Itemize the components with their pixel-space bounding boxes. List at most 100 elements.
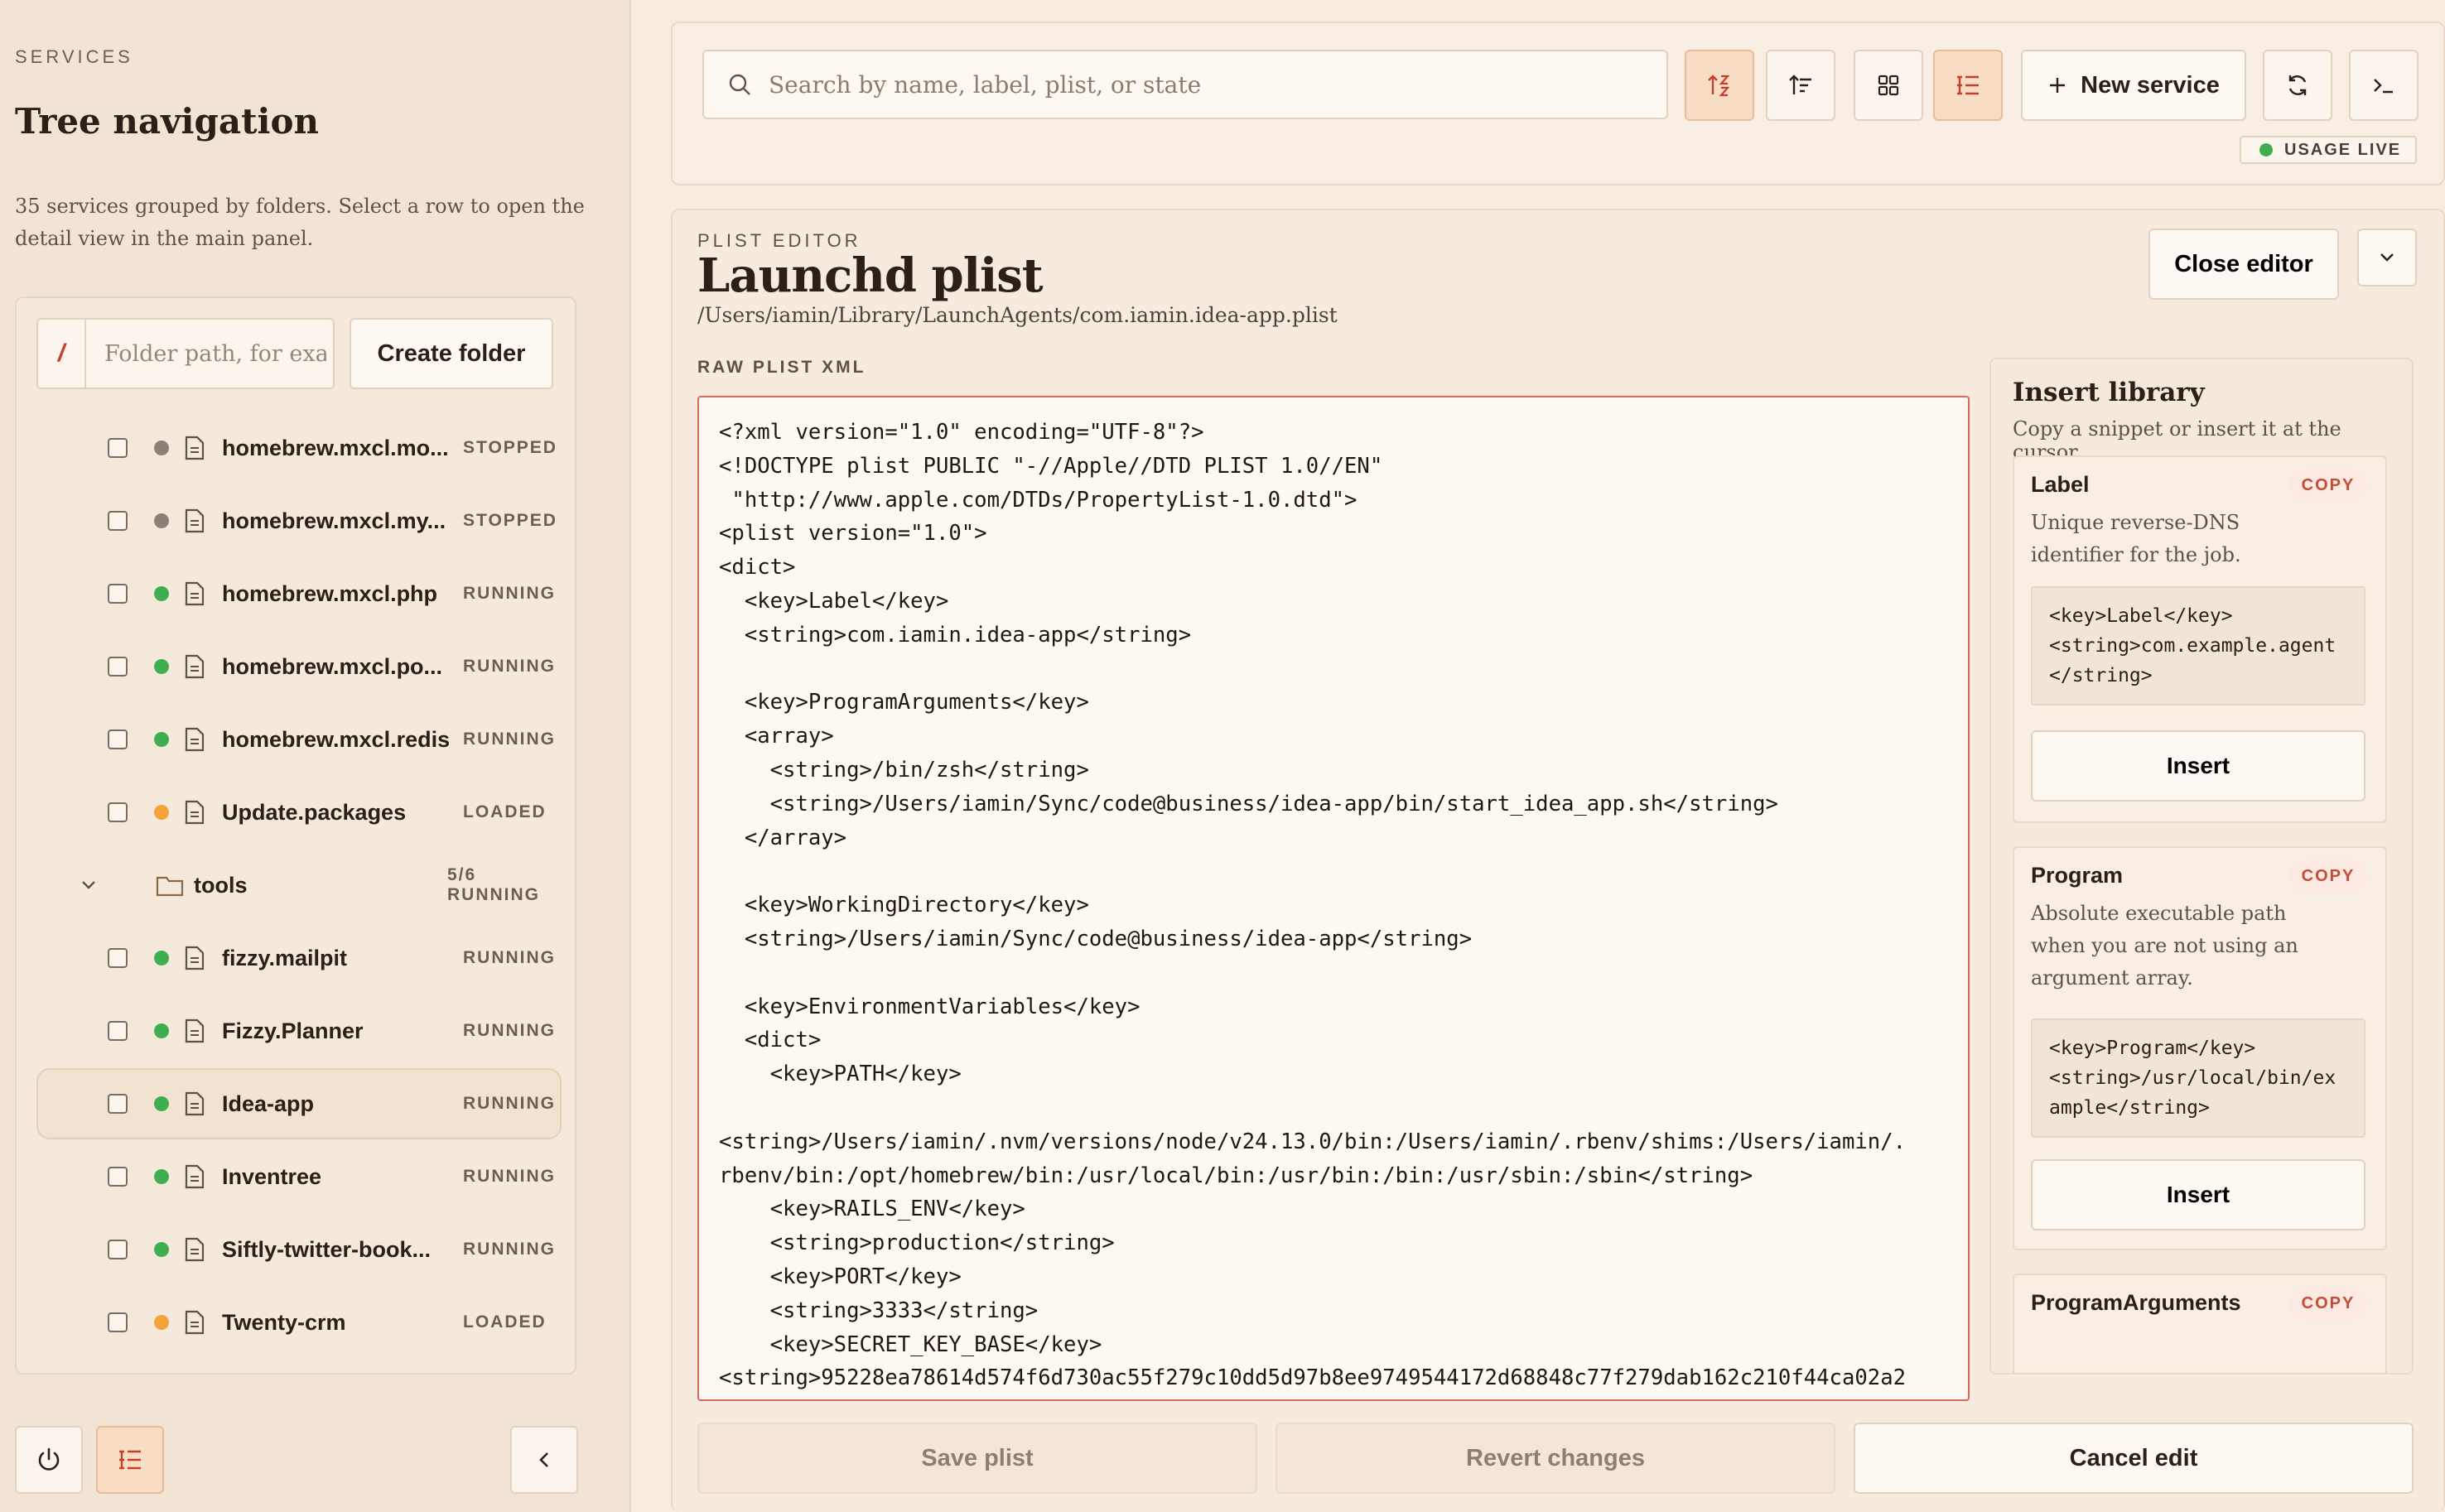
- folder-path-field: /: [36, 318, 335, 389]
- status-dot: [154, 805, 169, 820]
- insert-button[interactable]: Insert: [2031, 1159, 2365, 1230]
- power-icon: [38, 1447, 60, 1471]
- tree-list-icon: [1957, 75, 1979, 95]
- row-checkbox[interactable]: [108, 1240, 128, 1259]
- tree-view-button[interactable]: [96, 1426, 164, 1494]
- service-row[interactable]: Fizzy.Planner RUNNING: [36, 995, 562, 1067]
- new-service-label: New service: [2081, 71, 2220, 99]
- service-row[interactable]: Twenty-crm LOADED: [36, 1287, 562, 1358]
- folder-path-input[interactable]: [86, 340, 326, 367]
- service-state: RUNNING: [463, 584, 556, 603]
- status-dot: [154, 513, 169, 528]
- terminal-icon: [2374, 79, 2393, 94]
- row-checkbox[interactable]: [108, 1312, 128, 1332]
- sidebar-description: 35 services grouped by folders. Select a…: [15, 195, 585, 250]
- sidebar-footer: [15, 1426, 581, 1494]
- row-checkbox[interactable]: [108, 438, 128, 458]
- service-name: Idea-app: [222, 1091, 315, 1116]
- file-icon: [185, 800, 205, 825]
- folder-name: tools: [194, 872, 248, 898]
- row-checkbox[interactable]: [108, 657, 128, 677]
- service-row[interactable]: homebrew.mxcl.my... STOPPED: [36, 485, 562, 556]
- service-name: fizzy.mailpit: [222, 945, 348, 970]
- folder-row-tools[interactable]: tools 5/6 RUNNING: [36, 850, 562, 921]
- service-row[interactable]: Update.packages LOADED: [36, 777, 562, 848]
- grid-view-button[interactable]: [1854, 50, 1923, 121]
- snippet-name: Label: [2031, 472, 2090, 497]
- status-dot: [154, 951, 169, 965]
- search-icon: [729, 74, 750, 95]
- service-row[interactable]: Inventree RUNNING: [36, 1141, 562, 1212]
- insert-button[interactable]: Insert: [2031, 730, 2365, 802]
- tree-panel: / Create folder homebrew.mxcl.mo... STOP…: [15, 296, 576, 1375]
- chevron-down-icon[interactable]: [78, 874, 99, 896]
- service-state: RUNNING: [463, 948, 556, 967]
- sidebar-eyebrow: SERVICES: [15, 46, 133, 67]
- status-dot: [154, 1023, 169, 1038]
- toolbar: New service USAGE LIVE: [671, 22, 2445, 185]
- copy-button[interactable]: COPY: [2289, 860, 2367, 893]
- live-dot: [2259, 143, 2273, 156]
- service-state: STOPPED: [463, 511, 557, 530]
- service-row[interactable]: homebrew.mxcl.redis RUNNING: [36, 704, 562, 775]
- row-checkbox[interactable]: [108, 1094, 128, 1114]
- service-row[interactable]: Siftly-twitter-book... RUNNING: [36, 1214, 562, 1285]
- row-checkbox[interactable]: [108, 802, 128, 822]
- file-icon: [185, 1018, 205, 1043]
- service-state: RUNNING: [463, 1240, 556, 1259]
- service-state: RUNNING: [463, 730, 556, 749]
- plist-path: /Users/iamin/Library/LaunchAgents/com.ia…: [697, 303, 1338, 327]
- row-checkbox[interactable]: [108, 1167, 128, 1187]
- service-row[interactable]: homebrew.mxcl.php RUNNING: [36, 558, 562, 629]
- search-input[interactable]: [769, 70, 1663, 99]
- sidebar: SERVICES Tree navigation 35 services gro…: [0, 0, 631, 1512]
- xml-content[interactable]: <?xml version="1.0" encoding="UTF-8"?> <…: [699, 397, 1968, 1395]
- row-checkbox[interactable]: [108, 584, 128, 604]
- search-field: [702, 50, 1668, 119]
- usage-live-badge: USAGE LIVE: [2240, 136, 2417, 164]
- save-plist-button[interactable]: Save plist: [697, 1423, 1257, 1494]
- service-state: RUNNING: [463, 657, 556, 676]
- copy-button[interactable]: COPY: [2289, 469, 2367, 502]
- xml-editor[interactable]: <?xml version="1.0" encoding="UTF-8"?> <…: [697, 396, 1970, 1401]
- terminal-button[interactable]: [2349, 50, 2418, 121]
- revert-changes-button[interactable]: Revert changes: [1276, 1423, 1835, 1494]
- new-service-button[interactable]: New service: [2021, 50, 2246, 121]
- snippet-description: Absolute executable path when you are no…: [2031, 902, 2298, 990]
- service-row-selected[interactable]: Idea-app RUNNING: [36, 1068, 562, 1139]
- usage-live-label: USAGE LIVE: [2284, 140, 2402, 159]
- status-dot: [154, 1315, 169, 1330]
- row-checkbox[interactable]: [108, 511, 128, 531]
- cancel-edit-button[interactable]: Cancel edit: [1854, 1423, 2414, 1494]
- collapse-sidebar-button[interactable]: [510, 1426, 578, 1494]
- tree-view-toggle[interactable]: [1933, 50, 2003, 121]
- service-row[interactable]: fizzy.mailpit RUNNING: [36, 922, 562, 994]
- row-checkbox[interactable]: [108, 1021, 128, 1041]
- service-row[interactable]: homebrew.mxcl.po... RUNNING: [36, 631, 562, 702]
- status-dot: [154, 441, 169, 455]
- sort-az-button[interactable]: [1685, 50, 1754, 121]
- status-dot: [154, 1169, 169, 1184]
- status-dot: [154, 732, 169, 747]
- service-name: Inventree: [222, 1163, 322, 1189]
- row-checkbox[interactable]: [108, 948, 128, 968]
- status-dot: [154, 1096, 169, 1111]
- service-state: RUNNING: [463, 1021, 556, 1040]
- collapse-editor-button[interactable]: [2357, 229, 2417, 287]
- snippet-card-program: Program COPY Absolute executable path wh…: [2013, 846, 2387, 1250]
- file-icon: [185, 436, 205, 460]
- create-folder-button[interactable]: Create folder: [350, 318, 553, 389]
- power-button[interactable]: [15, 1426, 83, 1494]
- sort-order-button[interactable]: [1766, 50, 1835, 121]
- status-dot: [154, 659, 169, 674]
- service-name: Twenty-crm: [222, 1309, 346, 1335]
- service-row[interactable]: homebrew.mxcl.mo... STOPPED: [36, 412, 562, 484]
- file-icon: [185, 1091, 205, 1116]
- service-state: STOPPED: [463, 438, 557, 457]
- raw-xml-label: RAW PLIST XML: [697, 358, 866, 377]
- copy-button[interactable]: COPY: [2289, 1287, 2367, 1320]
- close-editor-button[interactable]: Close editor: [2148, 229, 2339, 300]
- refresh-button[interactable]: [2263, 50, 2332, 121]
- row-checkbox[interactable]: [108, 730, 128, 749]
- folder-create-row: / Create folder: [36, 318, 553, 389]
